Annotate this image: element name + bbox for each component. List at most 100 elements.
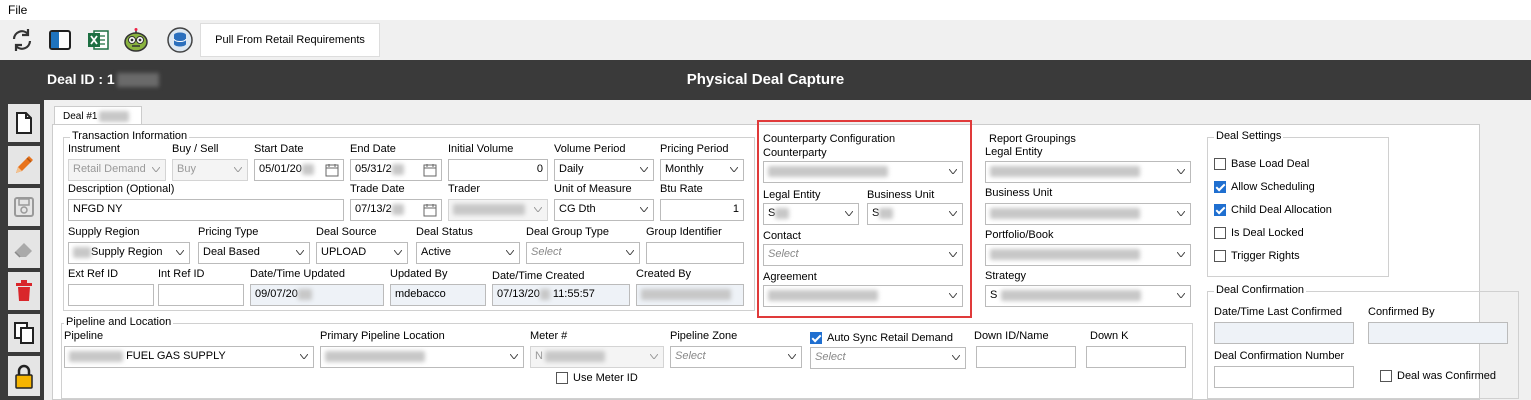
primary-location-select[interactable] (320, 346, 524, 368)
updated-by-field: mdebacco (390, 284, 486, 306)
robot-icon[interactable] (122, 26, 150, 54)
redacted-year (539, 288, 550, 300)
deal-was-confirmed-checkbox[interactable]: Deal was Confirmed (1380, 370, 1496, 382)
confirmation-number-field[interactable] (1214, 366, 1354, 388)
down-id-label: Down ID/Name (974, 330, 1049, 342)
checkbox-box[interactable] (810, 332, 822, 344)
checkbox-box[interactable] (1214, 204, 1226, 216)
portfolio-book-select[interactable] (985, 244, 1191, 266)
redacted-year (391, 163, 404, 175)
pipeline-location-group: Pipeline and Location Pipeline FUEL GAS … (61, 316, 1193, 399)
refresh-icon[interactable] (8, 26, 36, 54)
redacted-trader (453, 203, 525, 215)
report-groupings-title: Report Groupings (989, 133, 1076, 145)
edit-pencil-icon[interactable] (8, 146, 40, 184)
tab-deal[interactable]: Deal #1 (54, 106, 142, 126)
end-date-field[interactable]: 05/31/2 (350, 159, 442, 181)
menu-file[interactable]: File (8, 3, 27, 17)
initial-volume-field[interactable]: 0 (448, 159, 548, 181)
trigger-rights-checkbox[interactable]: Trigger Rights (1214, 250, 1300, 262)
volume-period-select[interactable]: Daily (554, 159, 654, 181)
description-field[interactable]: NFGD NY (68, 199, 344, 221)
is-deal-locked-checkbox[interactable]: Is Deal Locked (1214, 227, 1304, 239)
chevron-down-icon (394, 250, 402, 255)
checkbox-box[interactable] (556, 372, 568, 384)
pipeline-zone-select[interactable]: Select (670, 346, 802, 368)
chevron-down-icon (234, 167, 242, 172)
checkbox-box[interactable] (1214, 181, 1226, 193)
group-identifier-label: Group Identifier (646, 226, 722, 238)
new-document-icon[interactable] (8, 104, 40, 142)
int-ref-id-field[interactable] (158, 284, 244, 306)
ext-ref-id-label: Ext Ref ID (68, 268, 119, 280)
chevron-down-icon (300, 354, 308, 359)
chevron-down-icon (510, 354, 518, 359)
child-deal-allocation-checkbox[interactable]: Child Deal Allocation (1214, 204, 1332, 216)
allow-scheduling-checkbox[interactable]: Allow Scheduling (1214, 181, 1315, 193)
checkbox-box[interactable] (1214, 158, 1226, 170)
menu-bar: File (0, 0, 1531, 20)
base-load-deal-checkbox[interactable]: Base Load Deal (1214, 158, 1309, 170)
calendar-icon[interactable] (423, 163, 437, 177)
updated-by-label: Updated By (390, 268, 448, 280)
trade-date-field[interactable]: 07/13/2 (350, 199, 442, 221)
use-meter-id-checkbox[interactable]: Use Meter ID (556, 372, 638, 384)
trader-label: Trader (448, 183, 480, 195)
chevron-down-icon (1177, 211, 1185, 216)
instrument-label: Instrument (68, 143, 120, 155)
pricing-type-select[interactable]: Deal Based (198, 242, 310, 264)
copy-icon[interactable] (8, 314, 40, 352)
btu-rate-label: Btu Rate (660, 183, 703, 195)
lock-icon[interactable] (8, 356, 40, 396)
strategy-select[interactable]: S (985, 285, 1191, 307)
pricing-period-select[interactable]: Monthly (660, 159, 744, 181)
pipeline-select[interactable]: FUEL GAS SUPPLY (64, 346, 314, 368)
database-icon[interactable] (166, 26, 194, 54)
down-k-field[interactable] (1086, 346, 1186, 368)
pipeline-label: Pipeline (64, 330, 104, 342)
panel-icon[interactable] (46, 26, 74, 54)
instrument-select[interactable]: Retail Demand (68, 159, 166, 181)
deal-status-select[interactable]: Active (416, 242, 520, 264)
auto-sync-retail-demand-checkbox[interactable]: Auto Sync Retail Demand (810, 332, 953, 344)
group-identifier-field[interactable] (646, 242, 744, 264)
deal-source-select[interactable]: UPLOAD (316, 242, 408, 264)
excel-icon[interactable] (84, 26, 112, 54)
auto-sync-select[interactable]: Select (810, 347, 966, 369)
redacted-location (325, 350, 425, 362)
chevron-down-icon (730, 167, 738, 172)
chevron-down-icon (1177, 293, 1185, 298)
rg-legal-entity-label: Legal Entity (985, 146, 1043, 158)
checkbox-box[interactable] (1214, 250, 1226, 262)
calendar-icon[interactable] (325, 163, 339, 177)
trader-select[interactable] (448, 199, 548, 221)
btu-rate-field[interactable]: 1 (660, 199, 744, 221)
title-bar: Deal ID : 1 Physical Deal Capture (0, 60, 1531, 100)
supply-region-select[interactable]: Supply Region (68, 242, 190, 264)
pricing-period-label: Pricing Period (660, 143, 729, 155)
highlight-box (757, 120, 972, 318)
confirmed-by-label: Confirmed By (1368, 306, 1435, 318)
created-by-label: Created By (636, 268, 692, 280)
pull-retail-requirements-button[interactable]: Pull From Retail Requirements (200, 23, 380, 57)
delete-trash-icon[interactable] (8, 272, 40, 310)
start-date-field[interactable]: 05/01/20 (254, 159, 344, 181)
save-disk-icon[interactable] (8, 188, 40, 226)
down-k-label: Down K (1090, 330, 1129, 342)
down-id-field[interactable] (976, 346, 1076, 368)
calendar-icon[interactable] (423, 203, 437, 217)
eraser-icon[interactable] (8, 230, 40, 268)
ext-ref-id-field[interactable] (68, 284, 154, 306)
rg-business-unit-select[interactable] (985, 203, 1191, 225)
chevron-down-icon (952, 355, 960, 360)
chevron-down-icon (626, 250, 634, 255)
buy-sell-select[interactable]: Buy (172, 159, 248, 181)
datetime-updated-label: Date/Time Updated (250, 268, 345, 280)
unit-of-measure-select[interactable]: CG Dth (554, 199, 654, 221)
meter-select[interactable]: N (530, 346, 664, 368)
checkbox-box[interactable] (1380, 370, 1392, 382)
checkbox-box[interactable] (1214, 227, 1226, 239)
rg-legal-entity-select[interactable] (985, 161, 1191, 183)
page-title: Physical Deal Capture (686, 71, 845, 88)
deal-group-type-select[interactable]: Select (526, 242, 640, 264)
